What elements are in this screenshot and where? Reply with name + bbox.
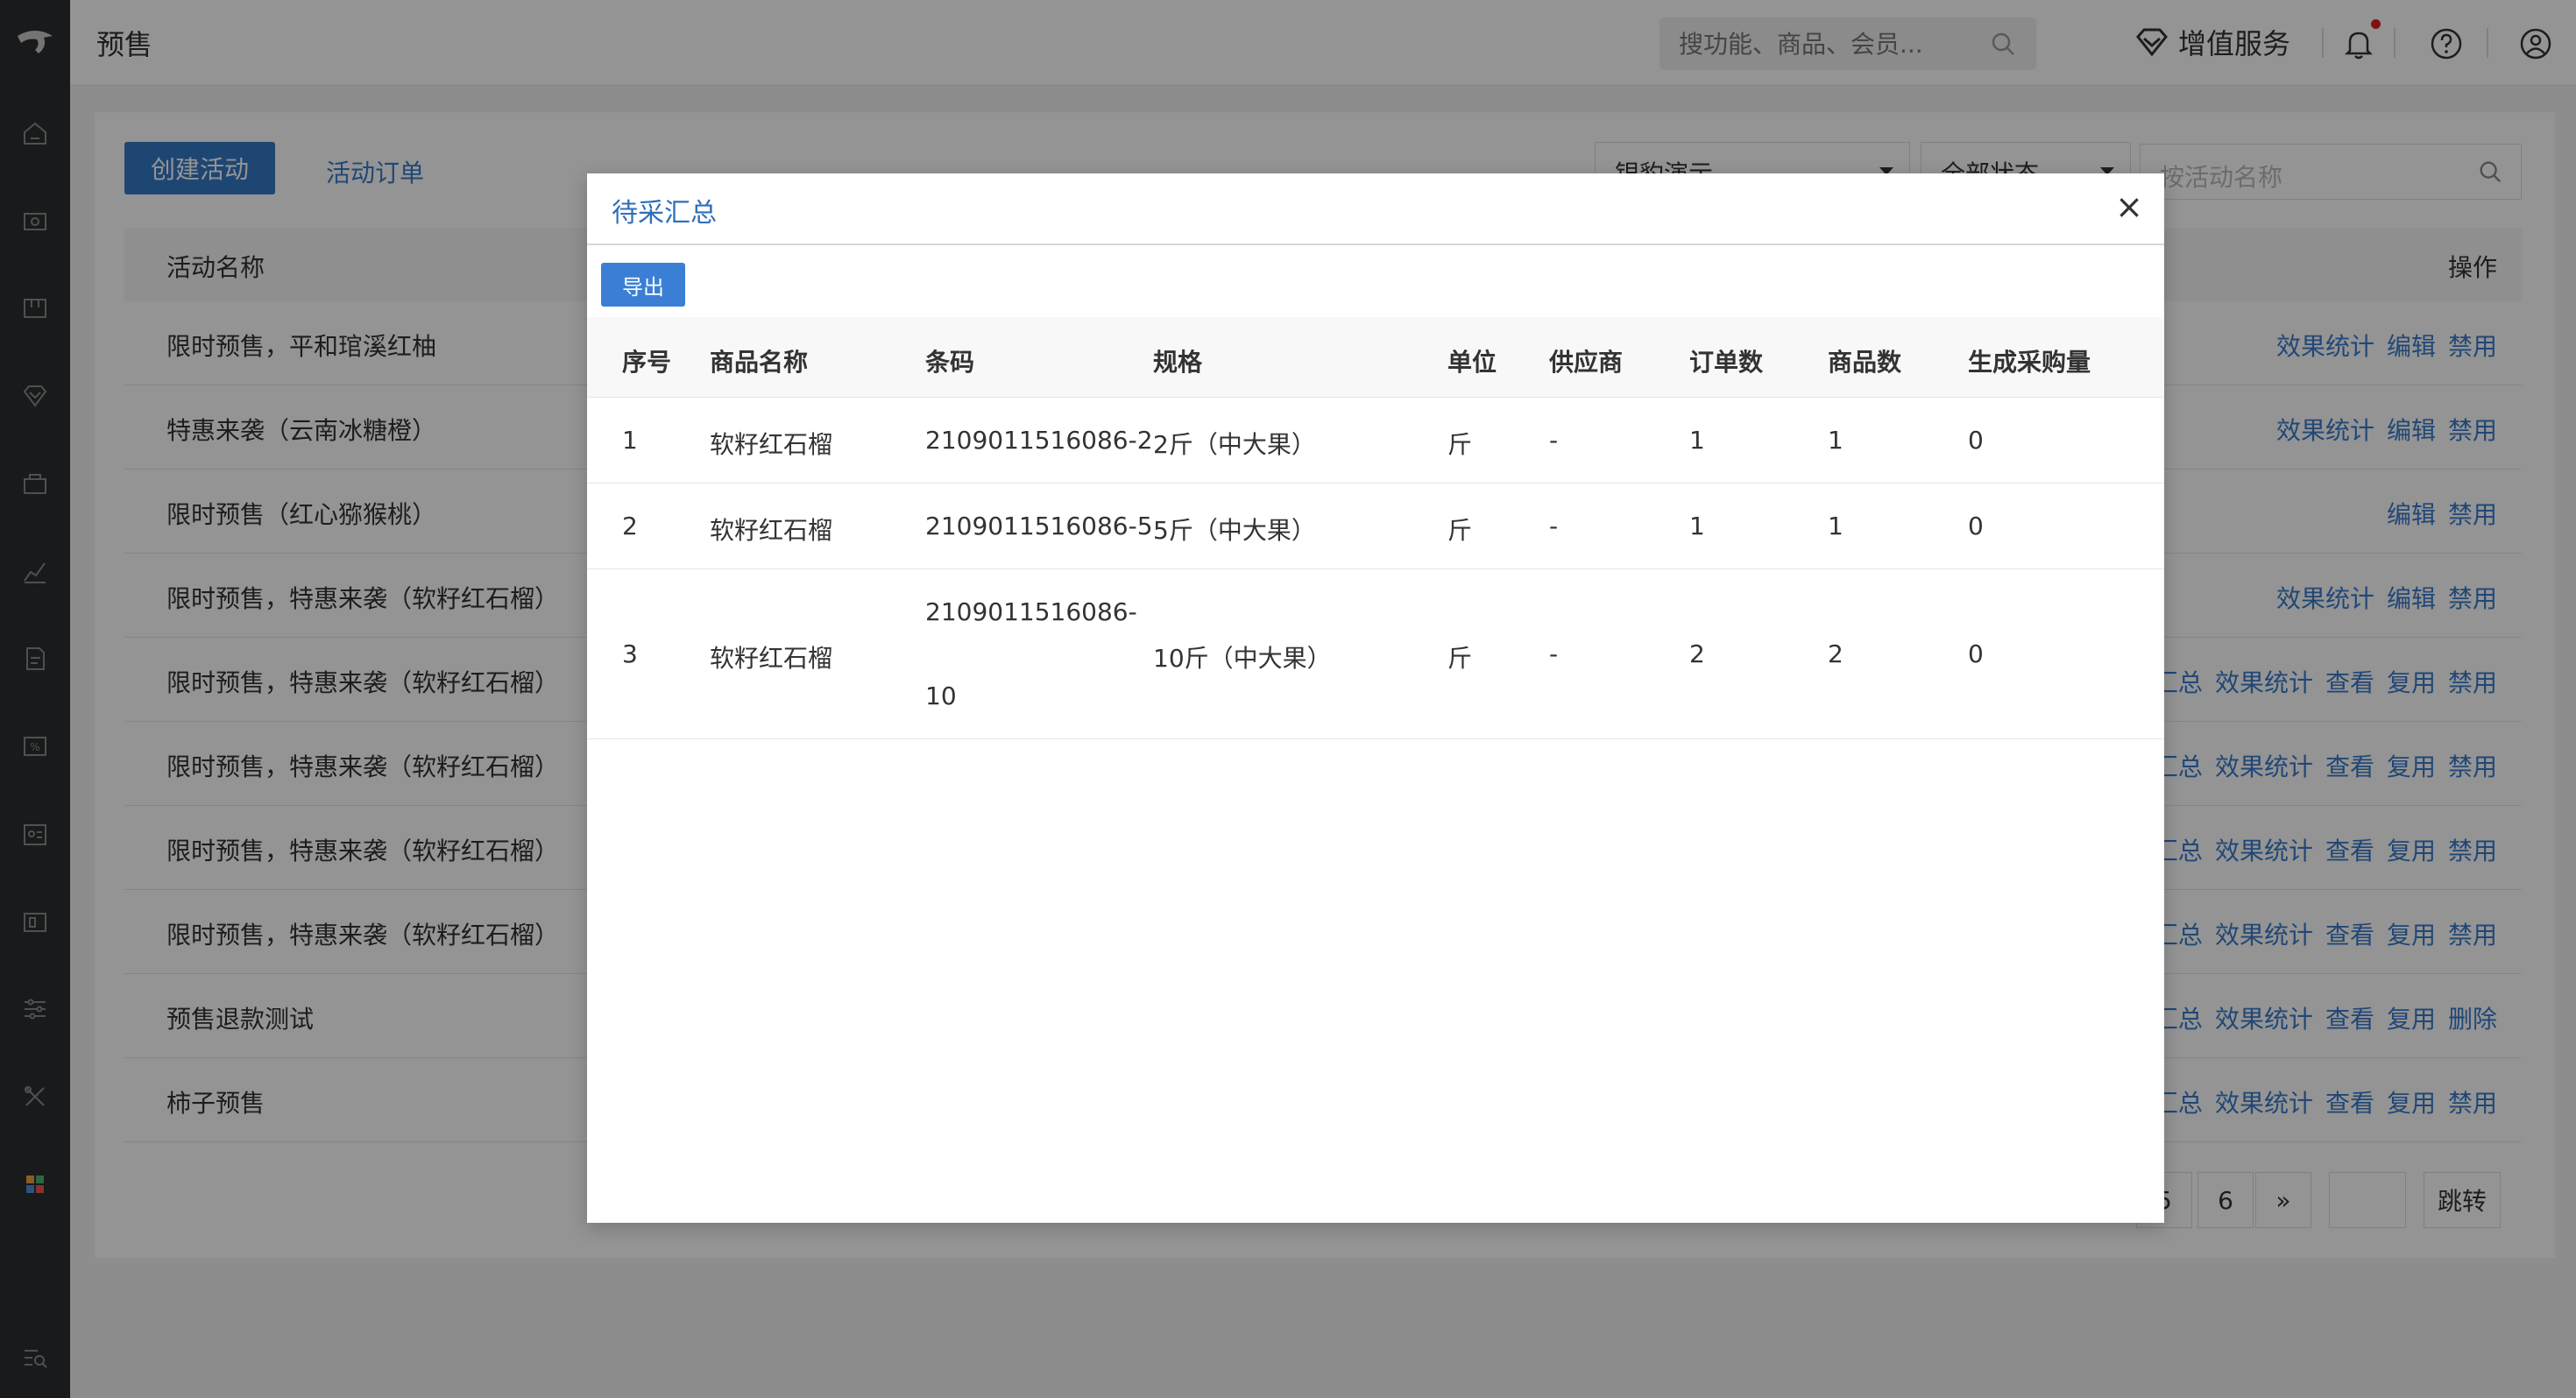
cell-barcode-line1: 2109011516086-	[925, 597, 1137, 626]
modal-title: 待采汇总	[612, 198, 717, 229]
summary-table-header: 序号 商品名称 条码 规格 单位 供应商 订单数 商品数 生成采购量	[587, 317, 2164, 398]
export-button[interactable]: 导出	[601, 263, 685, 307]
cell-order-count: 2	[1689, 639, 1705, 668]
cell-purchase-qty: 0	[1968, 512, 1984, 540]
cell-order-count: 1	[1689, 426, 1705, 455]
cell-spec: 10斤（中大果）	[1153, 644, 1332, 673]
cell-purchase-qty: 0	[1968, 426, 1984, 455]
cell-barcode: 2109011516086-5	[925, 512, 1153, 540]
modal-header: 待采汇总 ×	[587, 173, 2164, 245]
column-unit: 单位	[1447, 348, 1497, 377]
cell-purchase-qty: 0	[1968, 639, 1984, 668]
column-item-count: 商品数	[1828, 348, 1902, 377]
cell-product-name: 软籽红石榴	[710, 430, 833, 459]
cell-no: 1	[622, 426, 638, 455]
column-purchase-qty: 生成采购量	[1968, 348, 2091, 377]
table-row: 1 软籽红石榴 2109011516086-2 2斤（中大果） 斤 - 1 1 …	[587, 398, 2164, 484]
column-spec: 规格	[1153, 348, 1203, 377]
cell-barcode-line2: 10	[925, 681, 957, 710]
table-row: 3 软籽红石榴 2109011516086- 10 10斤（中大果） 斤 - 2…	[587, 569, 2164, 739]
cell-spec: 2斤（中大果）	[1153, 430, 1316, 459]
cell-item-count: 1	[1828, 512, 1844, 540]
column-product-name: 商品名称	[710, 348, 809, 377]
column-order-count: 订单数	[1689, 348, 1764, 377]
cell-product-name: 软籽红石榴	[710, 516, 833, 545]
cell-barcode: 2109011516086-2	[925, 426, 1153, 455]
cell-supplier: -	[1549, 426, 1559, 455]
cell-item-count: 1	[1828, 426, 1844, 455]
cell-no: 2	[622, 512, 638, 540]
cell-spec: 5斤（中大果）	[1153, 516, 1316, 545]
table-row: 2 软籽红石榴 2109011516086-5 5斤（中大果） 斤 - 1 1 …	[587, 484, 2164, 569]
cell-supplier: -	[1549, 512, 1559, 540]
cell-supplier: -	[1549, 639, 1559, 668]
close-icon[interactable]: ×	[2112, 187, 2147, 226]
cell-no: 3	[622, 639, 638, 668]
cell-unit: 斤	[1447, 644, 1473, 673]
column-no: 序号	[622, 348, 672, 377]
column-supplier: 供应商	[1549, 348, 1624, 377]
cell-item-count: 2	[1828, 639, 1844, 668]
cell-unit: 斤	[1447, 430, 1473, 459]
purchase-summary-modal: 待采汇总 × 导出 序号 商品名称 条码 规格 单位 供应商 订单数 商品数 生…	[587, 173, 2164, 1223]
cell-product-name: 软籽红石榴	[710, 644, 833, 673]
cell-order-count: 1	[1689, 512, 1705, 540]
cell-unit: 斤	[1447, 516, 1473, 545]
column-barcode: 条码	[925, 348, 975, 377]
